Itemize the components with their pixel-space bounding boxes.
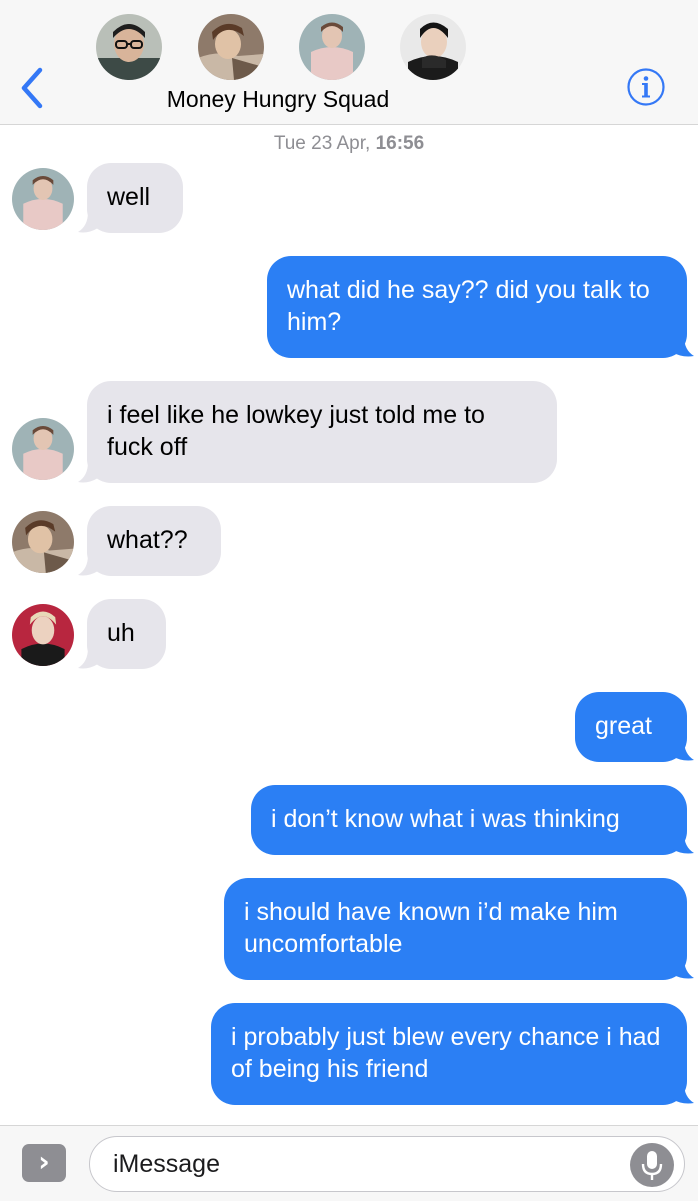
group-member-avatar[interactable] xyxy=(198,14,264,80)
person-avatar-3 xyxy=(12,418,74,480)
sender-avatar[interactable] xyxy=(12,168,74,230)
message-input-placeholder: iMessage xyxy=(113,1150,220,1178)
message-timestamp: Tue 23 Apr, 16:56 xyxy=(0,133,698,155)
timestamp-time: 16:56 xyxy=(375,133,425,154)
sender-avatar[interactable] xyxy=(12,604,74,666)
apps-icon: › xyxy=(38,1145,50,1178)
person-avatar-3 xyxy=(299,14,365,80)
bubble-tail xyxy=(672,833,694,854)
group-title[interactable]: Money Hungry Squad xyxy=(0,86,556,113)
message-input[interactable]: iMessage xyxy=(89,1136,685,1192)
person-avatar-5 xyxy=(12,604,74,666)
bubble-tail xyxy=(672,1083,694,1104)
person-avatar-3 xyxy=(12,168,74,230)
outgoing-message-bubble[interactable]: i probably just blew every chance i had … xyxy=(211,1003,687,1105)
bubble-tail xyxy=(672,958,694,979)
sender-avatar[interactable] xyxy=(12,418,74,480)
dictation-button[interactable] xyxy=(630,1143,674,1187)
group-member-avatar[interactable] xyxy=(400,14,466,80)
group-member-avatar[interactable] xyxy=(299,14,365,80)
person-avatar-2 xyxy=(198,14,264,80)
person-avatar-1 xyxy=(96,14,162,80)
bubble-tail xyxy=(672,336,694,357)
incoming-message-bubble[interactable]: well xyxy=(87,163,183,233)
timestamp-day: Tue 23 Apr, xyxy=(273,133,371,154)
outgoing-message-bubble[interactable]: i should have known i’d make him uncomfo… xyxy=(224,878,687,980)
group-member-avatar[interactable] xyxy=(96,14,162,80)
outgoing-message-bubble[interactable]: great xyxy=(575,692,687,762)
info-button[interactable] xyxy=(626,67,666,107)
info-icon xyxy=(627,68,665,106)
bubble-tail xyxy=(672,740,694,761)
sender-avatar[interactable] xyxy=(12,511,74,573)
outgoing-message-bubble[interactable]: what did he say?? did you talk to him? xyxy=(267,256,687,358)
message-input-bar: › iMessage xyxy=(0,1125,698,1201)
person-avatar-4 xyxy=(400,14,466,80)
incoming-message-bubble[interactable]: i feel like he lowkey just told me to fu… xyxy=(87,381,557,483)
conversation-header: Money Hungry Squad xyxy=(0,0,698,125)
microphone-icon xyxy=(641,1151,663,1180)
incoming-message-bubble[interactable]: what?? xyxy=(87,506,221,576)
incoming-message-bubble[interactable]: uh xyxy=(87,599,166,669)
apps-button[interactable]: › xyxy=(22,1144,66,1182)
outgoing-message-bubble[interactable]: i don’t know what i was thinking xyxy=(251,785,687,855)
person-avatar-2 xyxy=(12,511,74,573)
